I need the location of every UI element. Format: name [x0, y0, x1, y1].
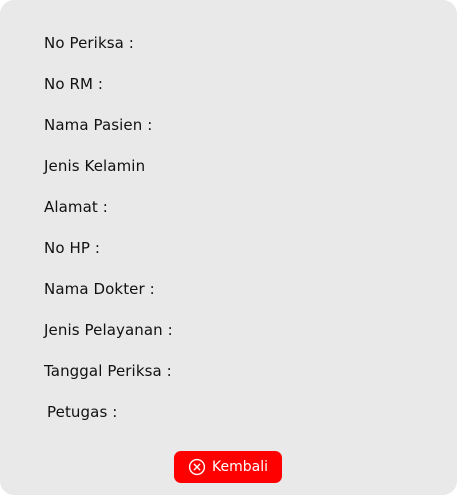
- detail-card: No Periksa : No RM : Nama Pasien : Jenis…: [0, 0, 457, 495]
- field-no-periksa: No Periksa :: [44, 34, 134, 52]
- field-nama-dokter: Nama Dokter :: [44, 280, 155, 298]
- close-circle-icon: [188, 458, 206, 476]
- field-petugas: Petugas :: [47, 403, 118, 421]
- back-button-label: Kembali: [212, 459, 268, 475]
- field-tanggal-periksa: Tanggal Periksa :: [44, 362, 172, 380]
- field-alamat: Alamat :: [44, 198, 108, 216]
- field-list: No Periksa : No RM : Nama Pasien : Jenis…: [44, 32, 173, 442]
- field-jenis-pelayanan: Jenis Pelayanan :: [44, 321, 173, 339]
- field-nama-pasien: Nama Pasien :: [44, 116, 153, 134]
- back-button[interactable]: Kembali: [174, 451, 282, 483]
- field-no-rm: No RM :: [44, 75, 104, 93]
- field-jenis-kelamin: Jenis Kelamin: [44, 157, 146, 175]
- field-no-hp: No HP :: [44, 239, 101, 257]
